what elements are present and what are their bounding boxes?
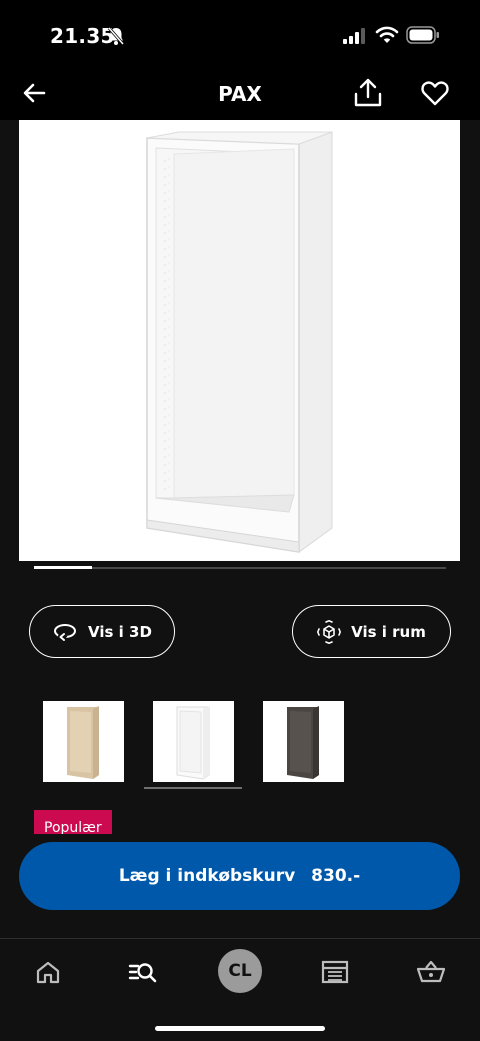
popular-badge: Populær — [34, 810, 112, 834]
top-app-bar: PAX — [0, 70, 480, 120]
swatch-white[interactable] — [153, 701, 234, 782]
price: 830.- — [311, 866, 361, 886]
wifi-icon — [375, 26, 399, 43]
wardrobe-illustration — [146, 131, 333, 553]
carousel-progress-indicator — [34, 566, 92, 569]
store-icon[interactable] — [320, 957, 350, 987]
signal-icon — [343, 28, 365, 44]
bottom-navigation: CL — [0, 938, 480, 1041]
share-icon[interactable] — [352, 77, 384, 109]
wardrobe-oak-thumbnail — [67, 706, 99, 779]
view-in-room-label: Vis i rum — [351, 622, 426, 641]
search-list-icon[interactable] — [128, 957, 158, 987]
battery-icon — [406, 26, 439, 44]
status-bar: 21.35 — [0, 0, 480, 70]
wardrobe-white-thumbnail — [176, 706, 210, 780]
page-title: PAX — [218, 82, 262, 106]
add-to-cart-button[interactable]: Læg i indkøbskurv 830.- — [19, 842, 460, 910]
home-indicator — [155, 1026, 325, 1031]
view-3d-button[interactable]: Vis i 3D — [29, 605, 175, 658]
rotate-icon — [54, 623, 77, 643]
wardrobe-black-brown-thumbnail — [287, 706, 319, 779]
view-in-room-button[interactable]: Vis i rum — [292, 605, 451, 658]
selected-swatch-underline — [144, 787, 242, 789]
swatch-black-brown[interactable] — [263, 701, 344, 782]
basket-icon[interactable] — [416, 957, 446, 987]
carousel-progress-track — [34, 566, 446, 569]
bell-slash-icon — [107, 27, 125, 45]
account-avatar[interactable]: CL — [218, 949, 262, 993]
swatch-white-stained-oak[interactable] — [43, 701, 124, 782]
home-icon[interactable] — [33, 957, 63, 987]
heart-icon[interactable] — [420, 78, 450, 108]
view-3d-label: Vis i 3D — [88, 622, 152, 641]
product-image[interactable] — [19, 120, 460, 561]
ar-cube-icon — [317, 619, 342, 644]
add-to-cart-label: Læg i indkøbskurv — [118, 866, 296, 886]
